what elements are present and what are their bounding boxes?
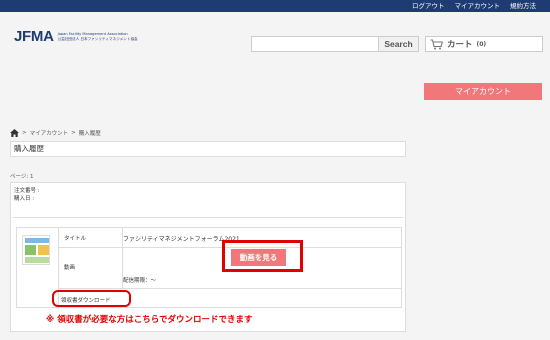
pagination: ページ: 1 [10, 174, 34, 180]
logo-subtitle-ja: 公益社団法人 日本ファシリティマネジメント協会 [57, 36, 138, 41]
cart-count: (0) [476, 40, 487, 48]
top-links: ログアウト マイアカウント 規約方法 [412, 0, 536, 12]
receipt-link-highlight [52, 290, 131, 307]
terms-link[interactable]: 規約方法 [510, 0, 536, 12]
video-button-highlight [222, 240, 303, 272]
title-label: タイトル [64, 236, 87, 242]
purchase-date-label: 購入日 : [14, 196, 35, 202]
logout-link[interactable]: ログアウト [412, 0, 445, 12]
top-navigation-bar: ログアウト マイアカウント 規約方法 [0, 0, 550, 12]
order-number-label: 注文番号 : [14, 188, 40, 194]
search-input[interactable] [252, 37, 378, 51]
breadcrumb-purchase-history: 購入履歴 [78, 131, 101, 137]
order-card: 注文番号 : 購入日 : タイトル ファシリティマネジメントフォーラム2021 … [10, 182, 406, 332]
receipt-note: ※ 領収書が必要な方はこちらでダウンロードできます [46, 315, 253, 325]
delivery-period: 配信期限：〜 [123, 278, 157, 284]
home-icon[interactable] [10, 129, 19, 137]
item-thumbnail [22, 235, 50, 265]
search-button[interactable]: Search [378, 37, 418, 51]
cart-label: カート [447, 40, 473, 50]
order-meta: 注文番号 : 購入日 : [14, 187, 40, 203]
site-logo[interactable]: JFMA Japan Facility Management Associati… [14, 28, 138, 45]
my-account-link[interactable]: マイアカウント [455, 0, 501, 12]
cart-button[interactable]: カート (0) [425, 36, 543, 52]
breadcrumb: > マイアカウント > 購入履歴 [10, 129, 101, 137]
divider [13, 217, 403, 218]
breadcrumb-separator: > [71, 130, 76, 136]
logo-mark: JFMA [14, 28, 54, 45]
search-bar: Search [251, 36, 419, 52]
divider [59, 288, 402, 289]
logo-subtitle: Japan Facility Management Association 公益… [58, 32, 138, 42]
breadcrumb-separator: > [22, 130, 27, 136]
breadcrumb-my-account[interactable]: マイアカウント [30, 129, 69, 137]
cart-icon [430, 38, 443, 49]
page-title: 購入履歴 [10, 141, 406, 157]
my-account-button[interactable]: マイアカウント [424, 83, 542, 100]
video-label: 動画 [64, 265, 76, 271]
